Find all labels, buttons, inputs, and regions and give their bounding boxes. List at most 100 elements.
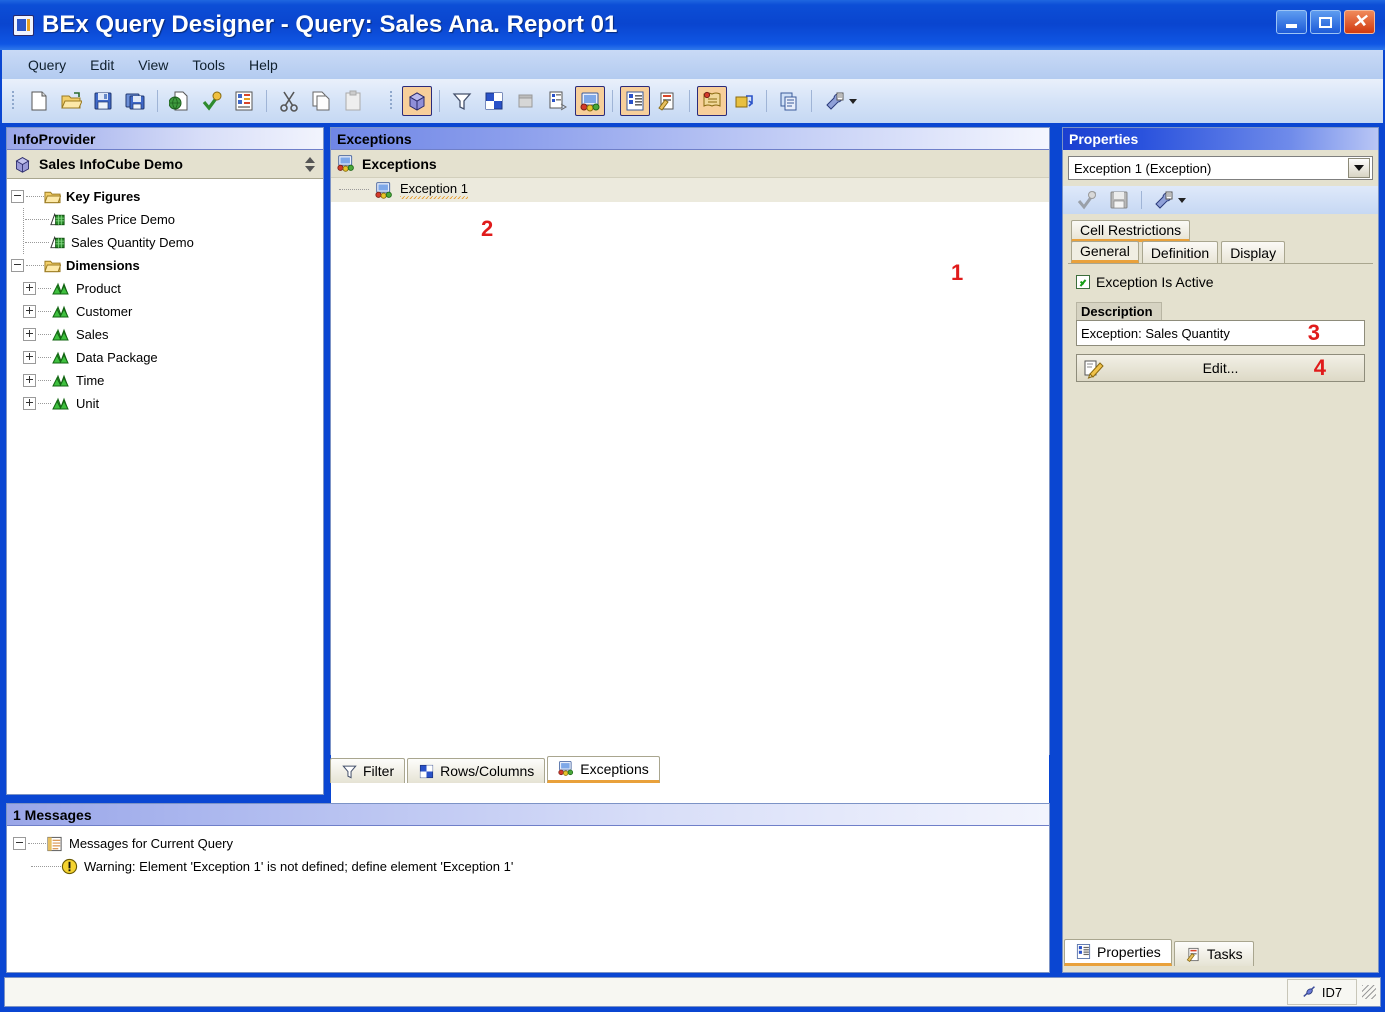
collapse-icon[interactable] [11,259,24,272]
messages-root-row[interactable]: Messages for Current Query [13,832,1049,855]
close-button[interactable]: ✕ [1344,10,1375,34]
properties-toggle-button[interactable] [620,86,650,116]
tab-rows-columns[interactable]: Rows/Columns [407,758,545,783]
filter-toggle-button[interactable] [447,86,477,116]
tab-label: Filter [363,763,394,779]
tree-node-data-package[interactable]: Data Package [7,346,323,369]
tree-node-dimensions[interactable]: Dimensions [7,254,323,277]
paste-icon [342,90,364,112]
menu-item-tools[interactable]: Tools [180,55,237,75]
chevron-down-icon [1178,198,1186,203]
tab-filter[interactable]: Filter [330,758,405,783]
exceptions-toggle-button[interactable] [575,86,605,116]
settings-dropdown-button[interactable] [819,86,861,116]
conditions-toggle-button[interactable] [543,86,573,116]
documents-button[interactable] [774,86,804,116]
status-bar: ID7 [4,977,1381,1007]
edit-button[interactable]: Edit... 4 [1076,354,1365,382]
minimize-button[interactable] [1276,10,1307,34]
exception-list-item[interactable]: Exception 1 [331,178,1049,202]
infoprovider-icon [406,90,428,112]
maximize-button[interactable] [1310,10,1341,34]
exceptions-panel: Exceptions 1 Exceptions Exception 1 [330,127,1050,755]
properties-tab-strip: Cell Restrictions General Definition Dis… [1063,220,1378,263]
exception-icon [337,154,356,173]
tasks-toggle-button[interactable] [652,86,682,116]
tree-node-product[interactable]: Product [7,277,323,300]
copy-button[interactable] [306,86,336,116]
collapse-icon[interactable] [11,190,24,203]
description-input[interactable]: Exception: Sales Quantity 3 [1076,320,1365,346]
tab-general[interactable]: General [1071,241,1139,263]
tree-label: Dimensions [66,258,140,273]
save-query-button[interactable] [88,86,118,116]
exception-icon [375,181,394,200]
expand-icon[interactable] [23,397,36,410]
tab-definition[interactable]: Definition [1142,241,1218,263]
save-as-query-button[interactable] [120,86,150,116]
tree-node-sales[interactable]: Sales [7,323,323,346]
expand-icon[interactable] [23,351,36,364]
new-query-button[interactable] [24,86,54,116]
rows-columns-toggle-button[interactable] [479,86,509,116]
open-query-button[interactable] [56,86,86,116]
properties-settings-dropdown-button[interactable] [1149,185,1189,215]
expand-icon[interactable] [23,374,36,387]
tree-node-time[interactable]: Time [7,369,323,392]
tab-exceptions[interactable]: Exceptions [547,756,659,783]
publish-button[interactable] [165,86,195,116]
tree-connector [26,196,44,198]
properties-check-button[interactable] [1072,185,1102,215]
paste-button[interactable] [338,86,368,116]
annotation-marker-2: 2 [481,216,493,242]
tree-node-sales-price-demo[interactable]: Sales Price Demo [7,208,323,231]
toolbar-grip[interactable] [9,88,18,114]
new-query-icon [28,90,50,112]
where-used-button[interactable] [729,86,759,116]
cells-toggle-button[interactable] [511,86,541,116]
tree-label: Sales [76,327,109,342]
tree-node-customer[interactable]: Customer [7,300,323,323]
menu-item-view[interactable]: View [126,55,180,75]
tree-node-sales-quantity-demo[interactable]: Sales Quantity Demo [7,231,323,254]
cut-button[interactable] [274,86,304,116]
toolbar-grip-2[interactable] [387,88,396,114]
tree-node-key-figures[interactable]: Key Figures [7,185,323,208]
properties-save-button[interactable] [1104,185,1134,215]
expand-icon[interactable] [23,328,36,341]
expand-icon[interactable] [23,305,36,318]
messages-toggle-button[interactable] [697,86,727,116]
message-entry[interactable]: Warning: Element 'Exception 1' is not de… [13,855,1049,878]
status-id-indicator[interactable]: ID7 [1287,979,1357,1005]
properties-object-selector[interactable]: Exception 1 (Exception) [1068,156,1373,180]
menu-bar: Query Edit View Tools Help [2,50,1383,79]
resize-grip-icon[interactable] [1361,984,1377,1000]
chevron-down-icon[interactable] [1348,158,1370,178]
exceptions-root-label: Exceptions [362,156,437,172]
exceptions-empty-area[interactable]: 2 [331,202,1049,828]
spinner-updown-icon[interactable] [305,156,317,173]
dimension-icon [51,304,71,319]
check-query-button[interactable] [197,86,227,116]
expand-icon[interactable] [23,282,36,295]
tab-properties[interactable]: Properties [1064,939,1172,966]
menu-item-query[interactable]: Query [16,55,78,75]
tab-tasks[interactable]: Tasks [1174,941,1254,966]
infocube-row[interactable]: Sales InfoCube Demo [7,150,323,179]
exception-active-row[interactable]: Exception Is Active [1076,274,1365,290]
tree-connector [38,288,51,290]
exception-active-checkbox[interactable] [1076,275,1090,289]
collapse-icon[interactable] [13,837,26,850]
menu-item-edit[interactable]: Edit [78,55,126,75]
properties-icon [624,90,646,112]
query-properties-button[interactable] [229,86,259,116]
exception-active-label: Exception Is Active [1096,274,1214,290]
menu-item-help[interactable]: Help [237,55,290,75]
check-query-icon [201,90,223,112]
exceptions-root-row[interactable]: Exceptions [331,150,1049,178]
exceptions-panel-header: Exceptions 1 [331,128,1049,150]
infoprovider-toggle-button[interactable] [402,86,432,116]
tree-node-unit[interactable]: Unit [7,392,323,415]
tab-cell-restrictions[interactable]: Cell Restrictions [1071,220,1190,242]
tab-display[interactable]: Display [1221,241,1285,263]
